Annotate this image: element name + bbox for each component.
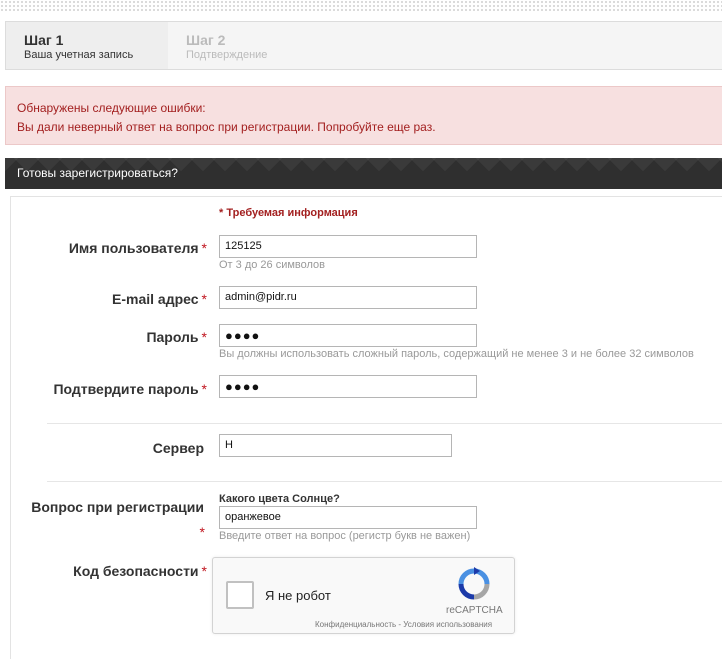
required-star: * [201, 329, 207, 345]
confirm-password-label-text: Подтвердите пароль [53, 381, 199, 397]
step-2-subtitle: Подтверждение [186, 49, 268, 61]
security-question-text: Какого цвета Солнце? [219, 493, 340, 505]
email-label-text: E-mail адрес [112, 291, 199, 307]
error-text: Вы дали неверный ответ на вопрос при рег… [17, 120, 436, 134]
confirm-password-label: Подтвердите пароль * [20, 381, 207, 397]
email-label: E-mail адрес * [20, 291, 207, 307]
step-1-title: Шаг 1 [24, 32, 64, 48]
security-question-label: Вопрос при регистрации [20, 499, 204, 515]
recaptcha-widget: Я не робот reCAPTCHA Конфиденциальность … [212, 557, 515, 634]
required-star: * [201, 240, 207, 256]
password-label-text: Пароль [146, 329, 199, 345]
server-label: Сервер [20, 440, 204, 456]
security-answer-hint: Введите ответ на вопрос (регистр букв не… [219, 530, 471, 542]
username-input[interactable]: 125125 [219, 235, 477, 258]
password-input[interactable]: ●●●● [219, 324, 477, 347]
username-label: Имя пользователя * [20, 240, 207, 256]
step-1: Шаг 1 Ваша учетная запись [6, 22, 168, 69]
password-hint: Вы должны использовать сложный пароль, с… [219, 348, 694, 360]
divider [47, 481, 722, 482]
recaptcha-label: Я не робот [265, 588, 331, 603]
security-question-star: * [193, 524, 205, 540]
security-answer-input[interactable]: оранжевое [219, 506, 477, 529]
required-star: * [201, 291, 207, 307]
password-label: Пароль * [20, 329, 207, 345]
form-header: Готовы зарегистрироваться? [5, 158, 722, 189]
required-star: * [201, 563, 207, 579]
required-star: * [201, 381, 207, 397]
server-input[interactable]: Н [219, 434, 452, 457]
recaptcha-logo-icon [458, 567, 490, 600]
step-2-title: Шаг 2 [186, 32, 226, 48]
form-header-title: Готовы зарегистрироваться? [17, 166, 178, 180]
step-1-subtitle: Ваша учетная запись [24, 49, 134, 61]
required-star: * [199, 524, 205, 540]
recaptcha-checkbox[interactable] [226, 581, 254, 609]
security-question-label-text: Вопрос при регистрации [31, 499, 204, 515]
dotted-top-border [0, 0, 722, 12]
step-2: Шаг 2 Подтверждение [168, 22, 368, 69]
email-input[interactable]: admin@pidr.ru [219, 286, 477, 309]
recaptcha-links[interactable]: Конфиденциальность - Условия использован… [315, 620, 492, 629]
confirm-password-input[interactable]: ●●●● [219, 375, 477, 398]
username-label-text: Имя пользователя [68, 240, 199, 256]
error-heading: Обнаружены следующие ошибки: [17, 101, 206, 115]
username-hint: От 3 до 26 символов [219, 259, 326, 271]
registration-steps: Шаг 1 Ваша учетная запись Шаг 2 Подтверж… [5, 21, 722, 70]
security-code-label: Код безопасности * [20, 563, 207, 579]
server-label-text: Сервер [152, 440, 204, 456]
security-code-label-text: Код безопасности [73, 563, 199, 579]
divider [47, 423, 722, 424]
required-info-note: * Требуемая информация [219, 207, 358, 219]
recaptcha-brand: reCAPTCHA [446, 605, 503, 616]
error-message-box: Обнаружены следующие ошибки: Вы дали нев… [5, 86, 722, 145]
